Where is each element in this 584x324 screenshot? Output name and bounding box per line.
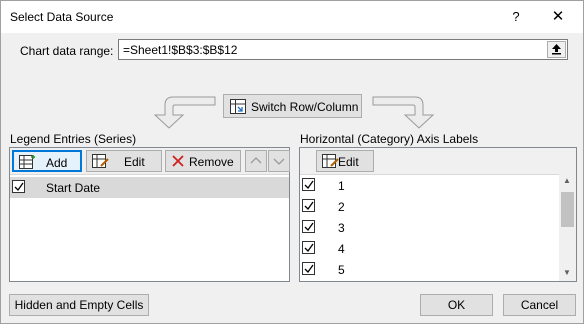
axis-toolbar: Edit [300, 148, 576, 175]
remove-series-button[interactable]: Remove [165, 150, 241, 172]
series-list-item[interactable]: Start Date [10, 177, 289, 198]
right-curved-arrow-icon [372, 96, 435, 129]
select-data-source-dialog: Select Data Source ? ✕ Chart data range:… [0, 0, 584, 324]
left-curved-arrow-icon [153, 96, 216, 129]
axis-list-item[interactable]: 3 [300, 217, 576, 238]
legend-entries-panel: Add Edit Remove Start Date [9, 147, 290, 282]
dialog-title: Select Data Source [10, 10, 114, 24]
checkmark-icon [304, 180, 314, 190]
scroll-up-icon[interactable]: ▲ [563, 176, 571, 185]
axis-item-checkbox[interactable] [302, 220, 315, 233]
switch-row-column-button[interactable]: Switch Row/Column [223, 94, 362, 118]
axis-item-checkbox[interactable] [302, 199, 315, 212]
remove-series-label: Remove [189, 155, 234, 169]
collapse-dialog-button[interactable] [547, 41, 566, 58]
collapse-arrow-icon [552, 44, 561, 55]
ok-button[interactable]: OK [420, 294, 493, 316]
axis-labels-heading: Horizontal (Category) Axis Labels [300, 132, 479, 146]
checkmark-icon [304, 201, 314, 211]
edit-series-button[interactable]: Edit [86, 150, 162, 172]
scroll-down-icon[interactable]: ▼ [563, 268, 571, 277]
checkmark-icon [304, 222, 314, 232]
chart-data-range-input[interactable]: =Sheet1!$B$3:$B$12 [118, 39, 568, 60]
add-series-button[interactable]: Add [12, 150, 82, 172]
axis-item-checkbox[interactable] [302, 262, 315, 275]
axis-list-item[interactable]: 4 [300, 238, 576, 259]
title-bar: Select Data Source ? ✕ [1, 1, 583, 33]
axis-item-label: 3 [338, 221, 345, 235]
axis-list-item[interactable]: 2 [300, 196, 576, 217]
edit-series-icon [92, 154, 109, 168]
axis-item-label: 2 [338, 200, 345, 214]
legend-entries-heading: Legend Entries (Series) [10, 132, 137, 146]
help-icon[interactable]: ? [506, 7, 526, 27]
axis-list-item[interactable]: 5 [300, 259, 576, 280]
close-icon[interactable]: ✕ [546, 7, 570, 27]
axis-item-checkbox[interactable] [302, 178, 315, 191]
edit-series-label: Edit [124, 155, 145, 169]
axis-list-item[interactable]: 1 [300, 175, 576, 196]
switch-row-column-label: Switch Row/Column [251, 100, 359, 114]
axis-labels-panel: Edit 1 2 3 4 5 ▲ ▼ [299, 147, 577, 282]
hidden-empty-cells-button[interactable]: Hidden and Empty Cells [9, 294, 149, 316]
add-series-icon [19, 155, 35, 169]
remove-series-icon [172, 155, 184, 167]
checkmark-icon [304, 243, 314, 253]
legend-toolbar: Add Edit Remove [10, 148, 290, 175]
switch-row-column-icon [230, 99, 246, 114]
move-up-button[interactable] [245, 150, 267, 172]
checkmark-icon [14, 182, 24, 192]
checkmark-icon [304, 264, 314, 274]
axis-item-label: 4 [338, 242, 345, 256]
series-checkbox[interactable] [12, 180, 25, 193]
chevron-down-icon [273, 158, 285, 165]
axis-item-checkbox[interactable] [302, 241, 315, 254]
scrollbar-thumb[interactable] [561, 192, 574, 227]
axis-list-scrollbar[interactable]: ▲ ▼ [559, 174, 576, 281]
cancel-button[interactable]: Cancel [503, 294, 576, 316]
axis-item-label: 5 [338, 263, 345, 277]
add-series-label: Add [46, 156, 68, 170]
move-down-button[interactable] [268, 150, 290, 172]
chart-data-range-label: Chart data range: [20, 44, 114, 58]
chart-data-range-value[interactable]: =Sheet1!$B$3:$B$12 [123, 43, 237, 57]
edit-axis-labels-button[interactable]: Edit [316, 150, 374, 172]
axis-item-label: 1 [338, 179, 345, 193]
edit-axis-labels-label: Edit [338, 155, 359, 169]
series-name: Start Date [46, 181, 101, 195]
chevron-up-icon [250, 157, 262, 164]
